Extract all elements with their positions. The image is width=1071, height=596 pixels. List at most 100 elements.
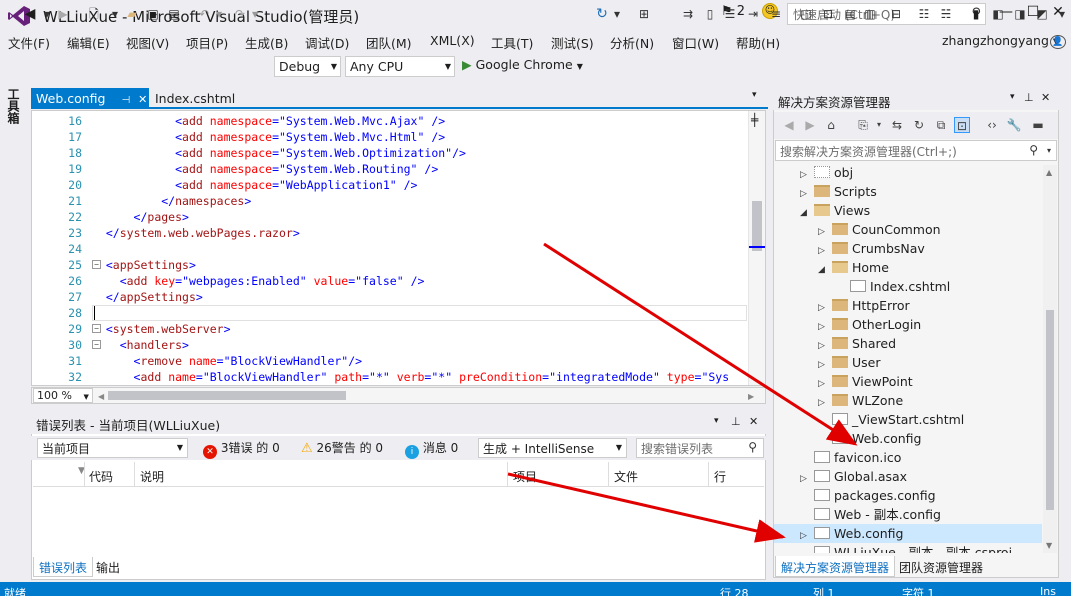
code-area[interactable]: <add namespace="System.Web.Mvc.Ajax" /> … <box>92 111 752 385</box>
editor-scroll-thumb[interactable] <box>752 201 762 251</box>
menu-build[interactable]: 生成(B) <box>245 33 288 52</box>
se-forward-icon[interactable]: ▶ <box>802 117 818 133</box>
tree-item[interactable]: Web.config <box>774 429 1042 448</box>
tree-item[interactable]: ▷ obj <box>774 163 1042 182</box>
tree-item[interactable]: Web - 副本.config <box>774 505 1042 524</box>
user-account[interactable]: zhangzhongyang ▾ <box>942 33 1059 48</box>
code-line[interactable]: </namespaces> <box>92 193 251 209</box>
se-dropdown-icon[interactable]: ▾ <box>1010 92 1015 102</box>
pin-icon[interactable]: ⊣ <box>121 95 130 106</box>
se-home-icon[interactable]: ⌂ <box>823 117 839 133</box>
back-icon[interactable]: ◀ <box>22 4 38 24</box>
code-line[interactable]: <add namespace="System.Web.Mvc.Ajax" /> <box>92 113 445 129</box>
errors-filter-button[interactable]: ✕ 3错误 的 0 <box>203 439 280 459</box>
horizontal-scroll-thumb[interactable] <box>108 391 346 400</box>
menu-tools[interactable]: 工具(T) <box>491 33 533 52</box>
tree-item[interactable]: ▷ Shared <box>774 334 1042 353</box>
step-icon[interactable]: ⇉ <box>680 4 696 24</box>
panel-dropdown-icon[interactable]: ▾ <box>714 416 719 426</box>
tree-item[interactable]: ▷ Global.asax <box>774 467 1042 486</box>
comment-icon[interactable]: ☷ <box>916 4 932 24</box>
tree-item[interactable]: ▷ User <box>774 353 1042 372</box>
menu-xml[interactable]: XML(X) <box>430 33 475 48</box>
code-line[interactable]: <add key="webpages:Enabled" value="false… <box>92 273 425 289</box>
scroll-right-icon[interactable]: ▶ <box>748 392 754 401</box>
browser-link-dropdown-icon[interactable]: ▾ <box>612 4 622 24</box>
tree-item[interactable]: ▷ WLZone <box>774 391 1042 410</box>
code-line[interactable]: <add namespace="WebApplication1" /> <box>92 177 417 193</box>
tab-list-dropdown-icon[interactable]: ▾ <box>752 90 757 100</box>
open-file-icon[interactable]: ▰ <box>124 4 140 24</box>
tree-item[interactable]: favicon.ico <box>774 448 1042 467</box>
save-all-icon[interactable]: ▤ <box>166 4 182 24</box>
outline-icon[interactable]: ☰ <box>722 4 738 24</box>
tab-close-icon[interactable]: ✕ <box>138 93 147 106</box>
tree-item[interactable]: ▷ CrumbsNav <box>774 239 1042 258</box>
tab-index-cshtml[interactable]: Index.cshtml <box>150 88 250 109</box>
redo-icon[interactable]: ↷ <box>232 4 248 24</box>
menu-test[interactable]: 测试(S) <box>551 33 594 52</box>
browser-link-icon[interactable]: ⊞ <box>636 4 652 24</box>
clear-bookmarks-icon[interactable]: ◩ <box>1034 4 1050 24</box>
solution-tree[interactable]: ▷ obj ▷ Scripts ◢ Views ▷ CounCommon ▷ CrumbsNav ◢… <box>774 163 1042 553</box>
se-pin-icon[interactable]: ⊥ <box>1024 91 1034 104</box>
se-show-all-files-icon[interactable]: ⊡ <box>954 117 970 133</box>
tree-item[interactable]: Index.cshtml <box>774 277 1042 296</box>
undo-dropdown-icon[interactable]: ▾ <box>214 4 224 24</box>
code-line[interactable]: <system.webServer> <box>92 321 231 337</box>
code-line[interactable]: <add namespace="System.Web.Routing" /> <box>92 161 438 177</box>
next-bookmark-icon[interactable]: ◨ <box>1012 4 1028 24</box>
code-line[interactable]: </pages> <box>92 209 189 225</box>
column-line[interactable]: 行 <box>714 468 726 485</box>
bookmark-icon[interactable]: ▮ <box>968 4 984 24</box>
se-preview-icon[interactable]: ▬ <box>1030 117 1046 133</box>
tree-item[interactable]: ◢ Home <box>774 258 1042 277</box>
redo-dropdown-icon[interactable]: ▾ <box>250 4 260 24</box>
start-debugging-button[interactable]: ▶ Google Chrome ▼ <box>462 57 583 77</box>
se-collapse-all-icon[interactable]: ⧉ <box>933 117 949 133</box>
menu-team[interactable]: 团队(M) <box>366 33 412 52</box>
tree-item[interactable]: WLLiuXue - 副本 - 副本.csproj <box>774 543 1042 553</box>
se-sync-icon[interactable]: ⎘ <box>855 117 871 133</box>
tab-output[interactable]: 输出 <box>91 557 125 577</box>
error-scope-select[interactable]: 当前项目 ▼ <box>37 438 188 458</box>
tab-web-config[interactable]: Web.config ⊣ ✕ <box>31 88 149 109</box>
se-refresh-icon[interactable]: ↻ <box>911 117 927 133</box>
menu-debug[interactable]: 调试(D) <box>305 33 349 52</box>
platform-select[interactable]: Any CPU ▼ <box>345 56 455 77</box>
warnings-filter-button[interactable]: ⚠ 26警告 的 0 <box>301 439 383 457</box>
se-scroll-down-icon[interactable]: ▼ <box>1046 541 1052 550</box>
tab-error-list[interactable]: 错误列表 <box>33 557 94 577</box>
menu-file[interactable]: 文件(F) <box>8 33 50 52</box>
code-line[interactable]: <appSettings> <box>92 257 196 273</box>
tree-item[interactable]: ▷ ViewPoint <box>774 372 1042 391</box>
build-filter-select[interactable]: 生成 + IntelliSense ▼ <box>478 438 627 458</box>
se-sync-dropdown-icon[interactable]: ▾ <box>871 117 887 133</box>
solution-scroll-thumb[interactable] <box>1046 310 1054 510</box>
toolbar-icon-e[interactable]: ⊟ <box>888 4 904 24</box>
column-project[interactable]: 项目 <box>513 468 537 485</box>
prev-bookmark-icon[interactable]: ◧ <box>990 4 1006 24</box>
toolbar-overflow-icon[interactable]: ▾ <box>1056 4 1068 24</box>
menu-view[interactable]: 视图(V) <box>126 33 169 52</box>
se-close-icon[interactable]: ✕ <box>1041 91 1050 104</box>
panel-pin-icon[interactable]: ⊥ <box>731 415 741 428</box>
save-icon[interactable]: ▣ <box>145 4 161 24</box>
search-options-icon[interactable]: ▾ <box>1047 146 1051 155</box>
quick-launch-input[interactable]: 快速启动 (Ctrl+Q) ⚲ <box>787 3 986 25</box>
se-properties-icon[interactable]: 🔧 <box>1006 117 1022 133</box>
code-editor[interactable]: 16 17 18 19 20 21 22 23 24 25−26 27 28 29−30−31 32 <a… <box>31 110 766 386</box>
code-line[interactable]: </handlers> <box>92 385 196 386</box>
back-dropdown-icon[interactable]: ▾ <box>42 4 52 24</box>
indent-icon[interactable]: ⇥ <box>745 4 761 24</box>
menu-analyze[interactable]: 分析(N) <box>610 33 654 52</box>
configuration-select[interactable]: Debug ▼ <box>274 56 341 77</box>
se-back-icon[interactable]: ◀ <box>781 117 797 133</box>
tab-team-explorer[interactable]: 团队资源管理器 <box>894 556 988 577</box>
refresh-browser-icon[interactable]: ↻ <box>595 4 609 24</box>
messages-filter-button[interactable]: i 消息 0 <box>405 439 458 459</box>
new-dropdown-icon[interactable]: ▾ <box>110 4 120 24</box>
tab-solution-explorer[interactable]: 解决方案资源管理器 <box>775 556 896 577</box>
toolbar-icon-c[interactable]: ▤ <box>842 4 858 24</box>
menu-help[interactable]: 帮助(H) <box>736 33 780 52</box>
